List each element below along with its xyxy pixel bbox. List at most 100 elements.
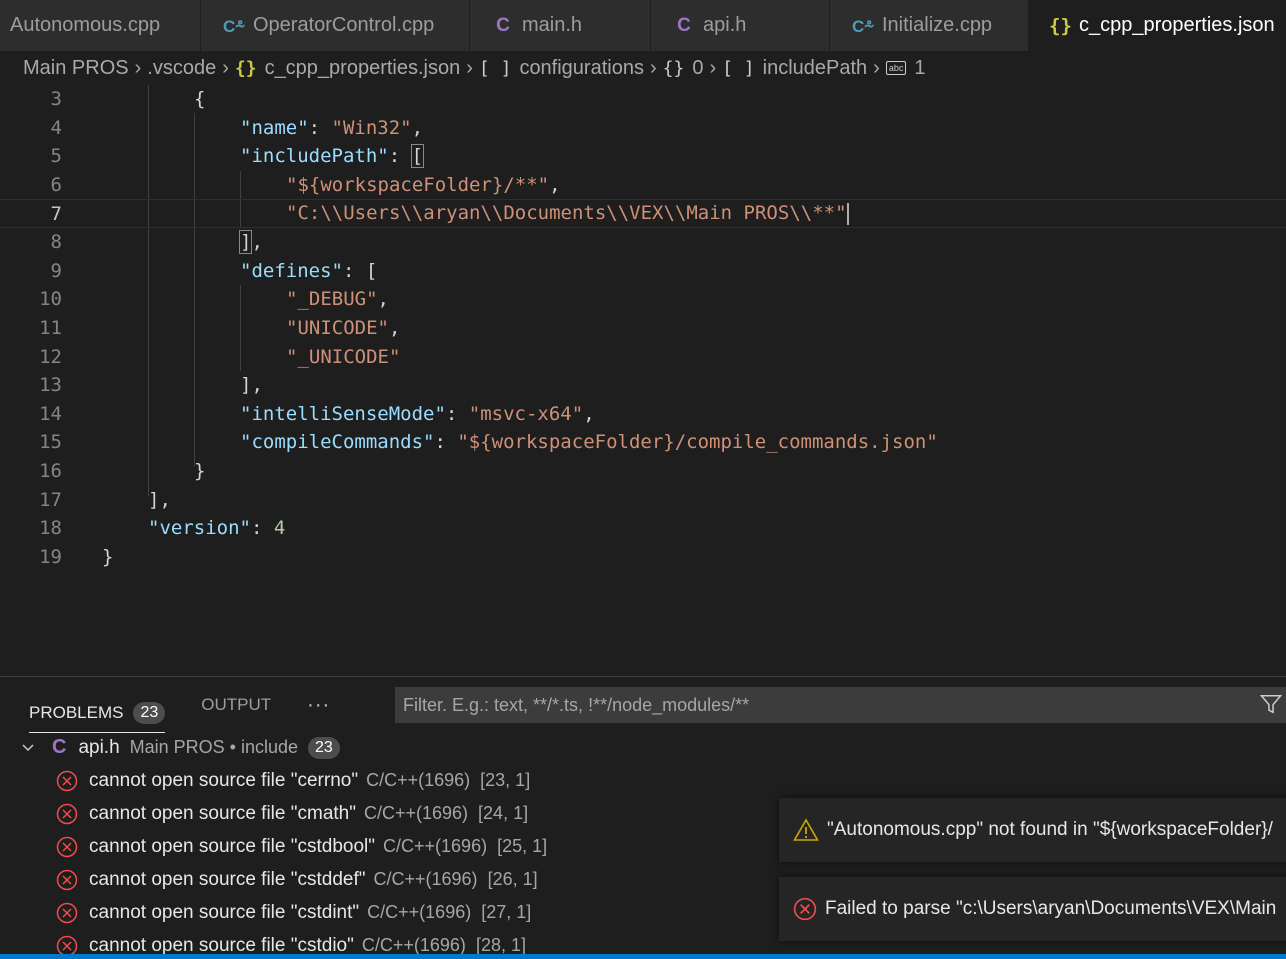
warning-notification[interactable]: "Autonomous.cpp" not found in "${workspa… [779, 798, 1286, 862]
problem-location: [27, 1] [481, 902, 532, 922]
filter-icon[interactable] [1260, 693, 1282, 715]
tab-label: api.h [703, 14, 747, 36]
code-token: : [342, 259, 366, 282]
line-number: 15 [39, 431, 62, 454]
tab-label: PROBLEMS [29, 702, 124, 722]
tab-label: OperatorControl.cpp [253, 14, 435, 36]
json-string: "Win32" [331, 116, 412, 139]
code-token: , [583, 402, 595, 425]
problem-file-name: api.h [78, 736, 120, 758]
breadcrumb-item[interactable]: 1 [914, 57, 925, 80]
code-token: : [445, 402, 469, 425]
code-line: 12 "_UNICODE" [0, 342, 1286, 371]
c-header-icon: C [52, 736, 67, 758]
matched-bracket: [ [410, 144, 425, 169]
breadcrumb-folder[interactable]: Main PROS [23, 57, 129, 80]
array-icon: [ ] [722, 57, 755, 79]
error-icon [56, 770, 78, 791]
line-code: "defines": [ [240, 260, 377, 282]
code-line: 13 ], [0, 371, 1286, 400]
line-number: 16 [39, 460, 62, 483]
object-icon: {} [662, 57, 685, 79]
tab-label: OUTPUT [201, 695, 272, 714]
breadcrumb-includepath[interactable]: includePath [763, 57, 868, 80]
code-token: : [434, 431, 458, 454]
chevron-right-icon: › [134, 56, 142, 79]
line-number: 8 [50, 231, 62, 254]
tab-initialize-cpp[interactable]: C⸛ Initialize.cpp [830, 0, 1029, 51]
breadcrumb-configurations[interactable]: configurations [519, 57, 644, 80]
code-line: 11 "UNICODE", [0, 314, 1286, 343]
error-icon [56, 836, 78, 857]
line-code: "_UNICODE" [286, 346, 400, 368]
json-string: "${workspaceFolder}/compile_commands.jso… [457, 431, 938, 454]
line-number: 10 [39, 288, 62, 311]
tab-main-h[interactable]: C main.h [470, 0, 651, 51]
code-line: 9 "defines": [ [0, 257, 1286, 286]
chevron-down-icon [22, 743, 34, 751]
problem-row[interactable]: cannot open source file "cmath" C/C++(16… [56, 797, 528, 830]
tab-autonomous-cpp[interactable]: Autonomous.cpp [0, 0, 201, 51]
warning-icon [793, 818, 819, 841]
code-line: 19 } [0, 543, 1286, 572]
tab-output[interactable]: OUTPUT [201, 677, 271, 733]
line-number: 5 [50, 145, 62, 168]
line-code: "UNICODE", [286, 317, 400, 339]
problems-count-badge: 23 [133, 701, 166, 724]
code-token: , [251, 231, 263, 254]
problem-file-path: Main PROS • include [129, 737, 299, 757]
c-header-icon: C [496, 14, 510, 36]
array-icon: [ ] [478, 57, 512, 79]
code-line: 14 "intelliSenseMode": "msvc-x64", [0, 400, 1286, 429]
code-token: } [194, 460, 206, 483]
problem-row[interactable]: cannot open source file "cstddef" C/C++(… [56, 863, 538, 896]
line-code: "name": "Win32", [240, 117, 423, 139]
chevron-right-icon: › [873, 56, 880, 79]
tab-c-cpp-properties-json[interactable]: {} c_cpp_properties.json ✕ [1029, 0, 1286, 51]
code-line: 6 "${workspaceFolder}/**", [0, 171, 1286, 200]
code-token: [ [365, 259, 378, 282]
status-bar [0, 954, 1286, 959]
problem-file-row[interactable]: C api.h Main PROS • include 23 [20, 731, 340, 764]
breadcrumb-subfolder[interactable]: .vscode [147, 57, 216, 80]
current-code-line: 7 "C:\\Users\\aryan\\Documents\\VEX\\Mai… [0, 199, 1286, 228]
json-string: "_DEBUG" [286, 288, 378, 311]
line-code: "includePath": [ [240, 144, 425, 169]
code-editor[interactable]: 3 { 4 "name": "Win32", 5 "includePath": … [0, 85, 1286, 675]
code-token: : [388, 145, 412, 168]
tab-operatorcontrol-cpp[interactable]: C⸛ OperatorControl.cpp [201, 0, 470, 51]
line-code: "_DEBUG", [286, 288, 389, 310]
problem-location: [25, 1] [497, 836, 548, 856]
line-code: ], [238, 230, 263, 255]
tab-problems[interactable]: PROBLEMS 23 [29, 693, 166, 733]
code-line: 15 "compileCommands": "${workspaceFolder… [0, 428, 1286, 457]
more-actions-button[interactable]: ··· [307, 677, 330, 733]
breadcrumb-index[interactable]: 0 [692, 57, 703, 80]
chevron-right-icon: › [466, 56, 473, 79]
tab-api-h[interactable]: C api.h [651, 0, 830, 51]
problem-location: [24, 1] [478, 803, 529, 823]
problem-row[interactable]: cannot open source file "cstdbool" C/C++… [56, 830, 547, 863]
line-number: 13 [39, 374, 62, 397]
line-code: ], [148, 489, 171, 511]
line-code: { [194, 88, 205, 110]
json-key: "compileCommands" [240, 431, 435, 454]
error-icon [56, 869, 78, 890]
error-notification[interactable]: Failed to parse "c:\Users\aryan\Document… [779, 877, 1286, 941]
json-key: "version" [148, 517, 251, 540]
code-token: , [411, 116, 424, 139]
filter-input[interactable] [403, 694, 1243, 716]
problem-source: C/C++(1696) [373, 869, 478, 889]
problems-filter [395, 687, 1286, 723]
problem-row[interactable]: cannot open source file "cerrno" C/C++(1… [56, 764, 530, 797]
line-number: 7 [50, 202, 62, 225]
json-key: "includePath" [240, 145, 389, 168]
code-token: { [194, 88, 206, 111]
breadcrumb-file[interactable]: c_cpp_properties.json [265, 57, 461, 80]
cpp-file-icon: C⸛ [223, 17, 246, 36]
line-number: 4 [50, 116, 62, 139]
line-code: } [194, 460, 205, 482]
code-token: ], [240, 374, 263, 397]
json-key: "intelliSenseMode" [240, 402, 446, 425]
problem-row[interactable]: cannot open source file "cstdint" C/C++(… [56, 896, 531, 929]
